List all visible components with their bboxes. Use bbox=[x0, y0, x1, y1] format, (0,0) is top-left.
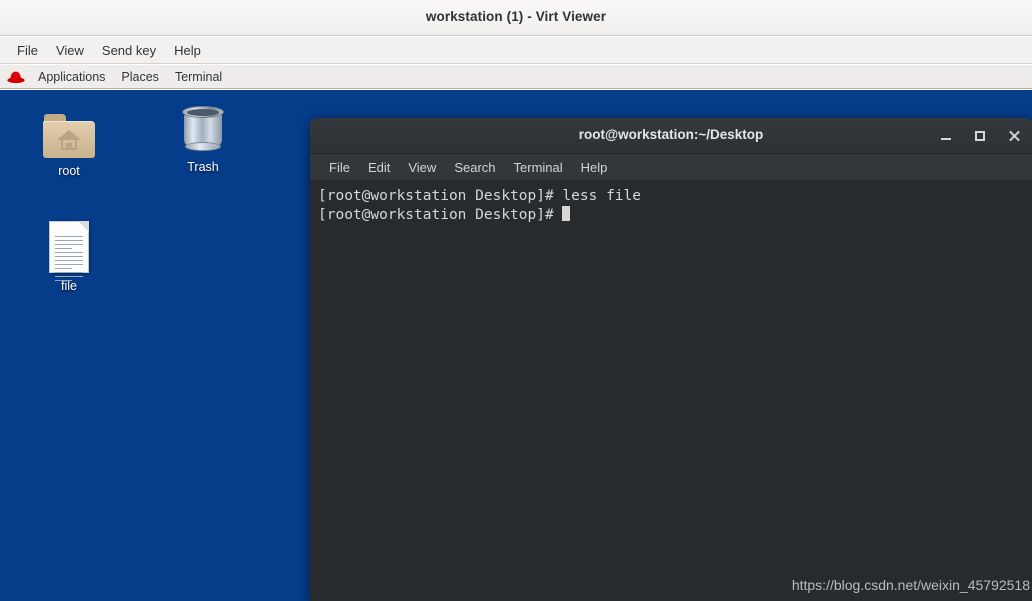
menu-help[interactable]: Help bbox=[165, 40, 210, 61]
virt-viewer-menubar: File View Send key Help bbox=[0, 37, 1032, 64]
trash-can-icon bbox=[160, 98, 246, 154]
terminal-menu-edit[interactable]: Edit bbox=[359, 158, 399, 177]
home-folder-icon bbox=[26, 102, 112, 158]
screen-root: workstation (1) - Virt Viewer File View … bbox=[0, 0, 1032, 601]
terminal-menu-search[interactable]: Search bbox=[445, 158, 504, 177]
terminal-output-area[interactable]: [root@workstation Desktop]# less file [r… bbox=[310, 181, 1032, 601]
terminal-menu-help[interactable]: Help bbox=[572, 158, 617, 177]
terminal-menubar: File Edit View Search Terminal Help bbox=[310, 154, 1032, 181]
panel-item-places[interactable]: Places bbox=[113, 68, 167, 86]
maximize-icon[interactable] bbox=[972, 128, 988, 144]
terminal-menu-terminal[interactable]: Terminal bbox=[505, 158, 572, 177]
terminal-cursor bbox=[562, 206, 571, 221]
close-icon[interactable] bbox=[1006, 128, 1022, 144]
terminal-title: root@workstation:~/Desktop bbox=[578, 127, 764, 142]
menu-send-key[interactable]: Send key bbox=[93, 40, 165, 61]
virt-viewer-titlebar: workstation (1) - Virt Viewer bbox=[0, 0, 1032, 36]
virt-viewer-title: workstation (1) - Virt Viewer bbox=[425, 9, 607, 24]
panel-item-applications[interactable]: Applications bbox=[30, 68, 113, 86]
red-hat-icon bbox=[7, 70, 25, 84]
desktop-icon-root-label: root bbox=[58, 164, 80, 178]
watermark-text: https://blog.csdn.net/weixin_45792518 bbox=[791, 577, 1030, 593]
terminal-menu-file[interactable]: File bbox=[320, 158, 359, 177]
minimize-icon[interactable] bbox=[938, 128, 954, 144]
desktop-icon-root[interactable]: root bbox=[26, 102, 112, 179]
menu-view[interactable]: View bbox=[47, 40, 93, 61]
terminal-window[interactable]: root@workstation:~/Desktop File Edit Vie… bbox=[310, 118, 1032, 601]
desktop-area[interactable]: root Trash file root@workstation:~/Deskt… bbox=[0, 90, 1032, 601]
desktop-icon-trash[interactable]: Trash bbox=[160, 98, 246, 175]
panel-item-terminal[interactable]: Terminal bbox=[167, 68, 230, 86]
terminal-prompt: [root@workstation Desktop]# bbox=[318, 207, 563, 223]
desktop-icon-trash-label: Trash bbox=[187, 160, 219, 174]
window-controls bbox=[938, 118, 1022, 153]
text-document-icon bbox=[26, 215, 112, 281]
gnome-panel: Applications Places Terminal bbox=[0, 65, 1032, 89]
terminal-titlebar[interactable]: root@workstation:~/Desktop bbox=[310, 118, 1032, 154]
terminal-prompt-line: [root@workstation Desktop]# bbox=[318, 206, 1024, 225]
desktop-icon-file[interactable]: file bbox=[26, 215, 112, 294]
terminal-menu-view[interactable]: View bbox=[399, 158, 445, 177]
menu-file[interactable]: File bbox=[8, 40, 47, 61]
terminal-line: [root@workstation Desktop]# less file bbox=[318, 188, 642, 204]
